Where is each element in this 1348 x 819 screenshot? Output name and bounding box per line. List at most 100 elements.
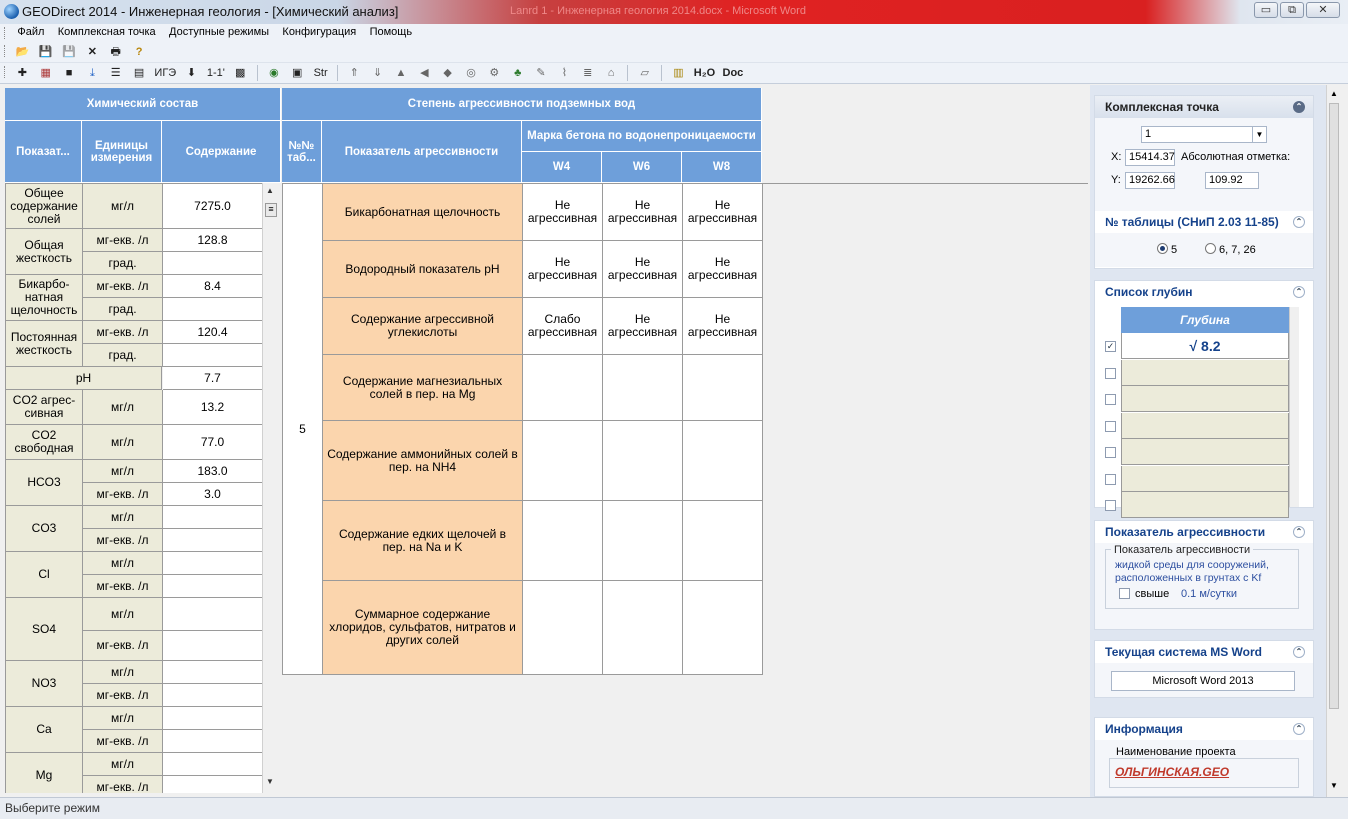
aggressiveness-result[interactable] xyxy=(523,421,603,501)
book-icon[interactable]: ▣ xyxy=(289,65,305,81)
aggressiveness-result[interactable]: Слабо агрессивная xyxy=(523,298,603,355)
aggressiveness-result[interactable] xyxy=(603,501,683,581)
scroll-up-icon[interactable]: ▲ xyxy=(1330,89,1338,98)
close-button[interactable]: ✕ xyxy=(1306,2,1340,18)
scroll-down-icon[interactable]: ▼ xyxy=(1330,781,1338,790)
eye-icon[interactable]: ◎ xyxy=(463,65,479,81)
chem-value-cell[interactable]: 183.0 xyxy=(163,460,262,483)
depth-cell[interactable] xyxy=(1121,492,1289,518)
depth-checkbox[interactable] xyxy=(1105,473,1116,485)
chem-value-cell[interactable] xyxy=(163,575,262,598)
minimize-button[interactable]: ▭ xyxy=(1254,2,1278,18)
list-icon[interactable]: ☰ xyxy=(108,65,124,81)
abs-field[interactable]: 109.92 xyxy=(1205,172,1259,189)
depth-checkbox[interactable] xyxy=(1105,420,1116,432)
chem-value-cell[interactable]: 120.4 xyxy=(163,321,262,344)
help-icon[interactable]: ? xyxy=(131,44,147,60)
triangle-left-icon[interactable]: ◀ xyxy=(416,65,432,81)
download-icon[interactable]: ⤓ xyxy=(84,65,100,81)
depths-column-header[interactable]: Глубина xyxy=(1121,307,1289,333)
home-icon[interactable]: ⌂ xyxy=(603,65,619,81)
grid-icon[interactable]: ▩ xyxy=(232,65,248,81)
depth-checkbox[interactable] xyxy=(1105,394,1116,405)
depth-cell[interactable] xyxy=(1121,439,1289,465)
save-as-icon[interactable]: 💾 xyxy=(61,44,77,60)
chem-grid-scrollbar[interactable]: ▲ ≡ ▼ xyxy=(262,183,279,793)
aggressiveness-result[interactable] xyxy=(683,501,763,581)
aggressiveness-result[interactable] xyxy=(523,501,603,581)
menu-modes[interactable]: Доступные режимы xyxy=(164,24,274,40)
radio-on-icon[interactable] xyxy=(1157,243,1168,254)
chem-value-cell[interactable]: 77.0 xyxy=(163,425,262,460)
aggressiveness-result[interactable]: Не агрессивная xyxy=(683,298,763,355)
chem-value-cell[interactable] xyxy=(163,552,262,575)
aggressiveness-result[interactable] xyxy=(603,355,683,421)
chem-value-cell[interactable] xyxy=(163,529,262,552)
arrow-down-icon[interactable]: ⬇ xyxy=(184,65,200,81)
collapse-icon[interactable]: ⌃ xyxy=(1293,216,1305,228)
depth-checkbox[interactable] xyxy=(1105,500,1116,511)
doc-button[interactable]: Doc xyxy=(723,65,744,81)
aggr-checkbox[interactable] xyxy=(1119,588,1130,599)
aggressiveness-result[interactable] xyxy=(683,421,763,501)
header-w8[interactable]: W8 xyxy=(682,152,762,183)
diamond-icon[interactable]: ◆ xyxy=(440,65,456,81)
aggressiveness-result[interactable] xyxy=(603,581,683,675)
menu-help[interactable]: Помощь xyxy=(365,24,418,40)
ige-button[interactable]: ИГЭ xyxy=(154,65,176,81)
layers-icon[interactable]: ≣ xyxy=(580,65,596,81)
print-icon[interactable]: 🖶 xyxy=(108,44,124,60)
x-field[interactable]: 15414.37 xyxy=(1125,149,1175,166)
aggressiveness-result[interactable]: Не агрессивная xyxy=(683,241,763,298)
chem-value-cell[interactable] xyxy=(163,707,262,730)
save-icon[interactable]: 💾 xyxy=(38,44,54,60)
chart-icon[interactable]: ▥ xyxy=(670,65,686,81)
polyline-icon[interactable]: ⌇ xyxy=(556,65,572,81)
delete-icon[interactable]: ✕ xyxy=(84,44,100,60)
chem-value-cell[interactable]: 7275.0 xyxy=(163,184,262,229)
open-icon[interactable]: 📂 xyxy=(14,44,30,60)
ruler-icon[interactable]: ▱ xyxy=(637,65,653,81)
aggressiveness-result[interactable] xyxy=(603,421,683,501)
chem-value-cell[interactable] xyxy=(163,252,262,275)
chem-value-cell[interactable]: 8.4 xyxy=(163,275,262,298)
chem-value-cell[interactable]: 3.0 xyxy=(163,483,262,506)
depth-cell[interactable] xyxy=(1121,386,1289,412)
hatch-icon[interactable]: ▦ xyxy=(38,65,54,81)
depths-scrollbar[interactable] xyxy=(1289,307,1299,507)
depth-cell[interactable] xyxy=(1121,359,1289,386)
chem-value-cell[interactable] xyxy=(163,776,262,793)
depth-checkbox[interactable] xyxy=(1105,367,1116,379)
aggressiveness-result[interactable] xyxy=(683,355,763,421)
y-field[interactable]: 19262.66 xyxy=(1125,172,1175,189)
scroll-up-icon[interactable]: ▲ xyxy=(266,186,274,195)
section-button[interactable]: 1-1' xyxy=(207,65,225,81)
menu-config[interactable]: Конфигурация xyxy=(277,24,361,40)
scroll-down-icon[interactable]: ▼ xyxy=(266,777,274,786)
snip-option-5[interactable]: 5 xyxy=(1157,243,1177,256)
square-icon[interactable]: ■ xyxy=(61,65,77,81)
radio-off-icon[interactable] xyxy=(1205,243,1216,254)
table-icon[interactable]: ▤ xyxy=(131,65,147,81)
depth-cell[interactable] xyxy=(1121,412,1289,439)
depth-checkbox[interactable] xyxy=(1105,447,1116,458)
chem-value-cell[interactable] xyxy=(163,631,262,661)
chem-value-cell[interactable] xyxy=(163,344,262,367)
panel-scrollbar[interactable]: ▲ ▼ xyxy=(1326,85,1340,797)
chem-value-cell[interactable] xyxy=(163,684,262,707)
move-down-icon[interactable]: ⇓ xyxy=(370,65,386,81)
aggressiveness-result[interactable] xyxy=(523,581,603,675)
menu-file[interactable]: Файл xyxy=(12,24,49,40)
collapse-icon[interactable]: ⌃ xyxy=(1293,526,1305,538)
collapse-icon[interactable]: ⌃ xyxy=(1293,101,1305,113)
chem-value-cell[interactable] xyxy=(163,598,262,631)
chem-value-cell[interactable] xyxy=(163,661,262,684)
snip-option-6[interactable]: 6, 7, 26 xyxy=(1205,243,1256,256)
chem-value-cell[interactable] xyxy=(163,730,262,753)
scroll-thumb[interactable]: ≡ xyxy=(265,203,277,217)
collapse-icon[interactable]: ⌃ xyxy=(1293,286,1305,298)
chem-value-cell[interactable]: 7.7 xyxy=(163,367,262,390)
header-table-no[interactable]: №№ таб... xyxy=(282,121,322,183)
aggressiveness-result[interactable] xyxy=(683,581,763,675)
aggressiveness-result[interactable]: Не агрессивная xyxy=(603,184,683,241)
